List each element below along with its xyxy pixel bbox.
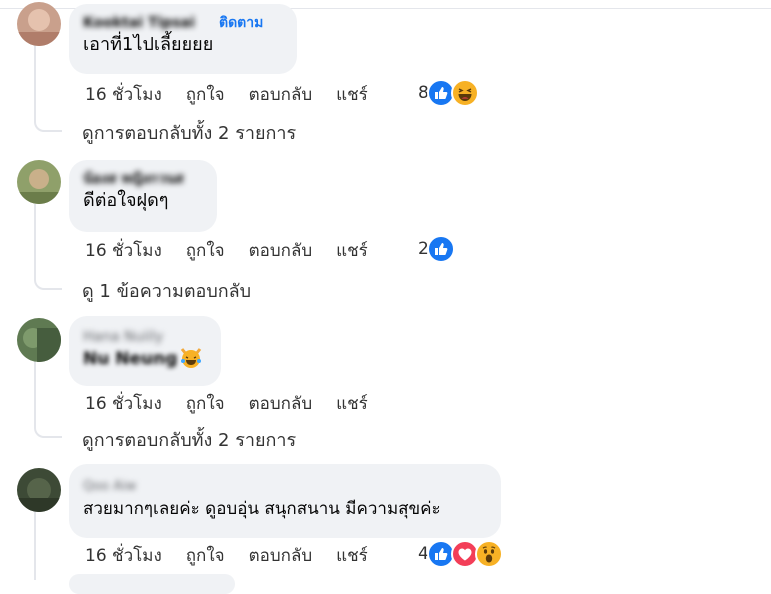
like-icon: [426, 235, 455, 263]
share-action[interactable]: แชร์: [336, 390, 368, 417]
comment-text: สวยมากๆเลยค่ะ ดูอบอุ่น สนุกสนาน มีความสุ…: [83, 499, 441, 519]
comment-actions: 16 ชั่วโมง ถูกใจ ตอบกลับ แชร์: [85, 391, 392, 415]
comment-text: เอาที่1ไปเลี้ยยยย: [83, 34, 214, 55]
share-action[interactable]: แชร์: [336, 237, 368, 264]
reply-action[interactable]: ตอบกลับ: [249, 390, 313, 417]
like-action[interactable]: ถูกใจ: [186, 81, 225, 108]
reaction-summary[interactable]: 8: [418, 79, 479, 107]
thread-connector: [34, 424, 62, 438]
thread-line: [34, 204, 36, 276]
commenter-name[interactable]: Hana Nuiily: [83, 328, 183, 346]
comment-timestamp[interactable]: 16 ชั่วโมง: [85, 390, 162, 417]
comment-actions: 16 ชั่วโมง ถูกใจ ตอบกลับ แชร์: [85, 238, 392, 262]
share-action[interactable]: แชร์: [336, 81, 368, 108]
comment-bubble: Hana Nuiily Nu Neung: [69, 316, 221, 386]
view-replies-link[interactable]: ดูการตอบกลับทั้ง 2 รายการ: [82, 425, 296, 454]
wow-icon: [474, 540, 503, 568]
comment-bubble: [69, 574, 235, 594]
follow-link[interactable]: ติดตาม: [219, 12, 263, 34]
comment-timestamp[interactable]: 16 ชั่วโมง: [85, 542, 162, 569]
comment-timestamp[interactable]: 16 ชั่วโมง: [85, 81, 162, 108]
avatar[interactable]: [17, 160, 61, 204]
comment-text: Nu Neung: [83, 349, 178, 369]
like-action[interactable]: ถูกใจ: [186, 237, 225, 264]
avatar[interactable]: [17, 468, 61, 512]
comment-actions: 16 ชั่วโมง ถูกใจ ตอบกลับ แชร์: [85, 543, 392, 567]
comment-bubble: น้องส หญิงกวนส ดีต่อใจฝุดๆ: [69, 160, 217, 232]
commenter-name[interactable]: น้องส หญิงกวนส: [83, 170, 201, 188]
thread-connector: [34, 276, 62, 290]
reply-action[interactable]: ตอบกลับ: [249, 81, 313, 108]
comment-actions: 16 ชั่วโมง ถูกใจ ตอบกลับ แชร์: [85, 82, 392, 106]
haha-icon: [450, 79, 479, 107]
like-action[interactable]: ถูกใจ: [186, 542, 225, 569]
commenter-name[interactable]: Kooktai Tipsai: [83, 14, 203, 32]
view-replies-link[interactable]: ดู 1 ข้อความตอบกลับ: [82, 276, 251, 305]
thread-connector: [34, 118, 62, 132]
reply-action[interactable]: ตอบกลับ: [249, 542, 313, 569]
comment-timestamp[interactable]: 16 ชั่วโมง: [85, 237, 162, 264]
reply-action[interactable]: ตอบกลับ: [249, 237, 313, 264]
share-action[interactable]: แชร์: [336, 542, 368, 569]
avatar[interactable]: [17, 2, 61, 46]
crying-laughing-cat-emoji: [179, 346, 203, 372]
thread-line: [34, 44, 36, 119]
view-replies-link[interactable]: ดูการตอบกลับทั้ง 2 รายการ: [82, 118, 296, 147]
thread-line: [34, 510, 36, 580]
avatar[interactable]: [17, 318, 61, 362]
reaction-summary[interactable]: 2: [418, 235, 455, 263]
comment-bubble: Kooktai Tipsai ติดตาม เอาที่1ไปเลี้ยยยย: [69, 4, 297, 74]
comment-bubble: Qoo Aiw สวยมากๆเลยค่ะ ดูอบอุ่น สนุกสนาน …: [69, 464, 501, 538]
like-action[interactable]: ถูกใจ: [186, 390, 225, 417]
commenter-name[interactable]: Qoo Aiw: [83, 478, 153, 496]
comment-text: ดีต่อใจฝุดๆ: [83, 190, 169, 211]
reaction-summary[interactable]: 4: [418, 540, 503, 568]
thread-line: [34, 360, 36, 425]
